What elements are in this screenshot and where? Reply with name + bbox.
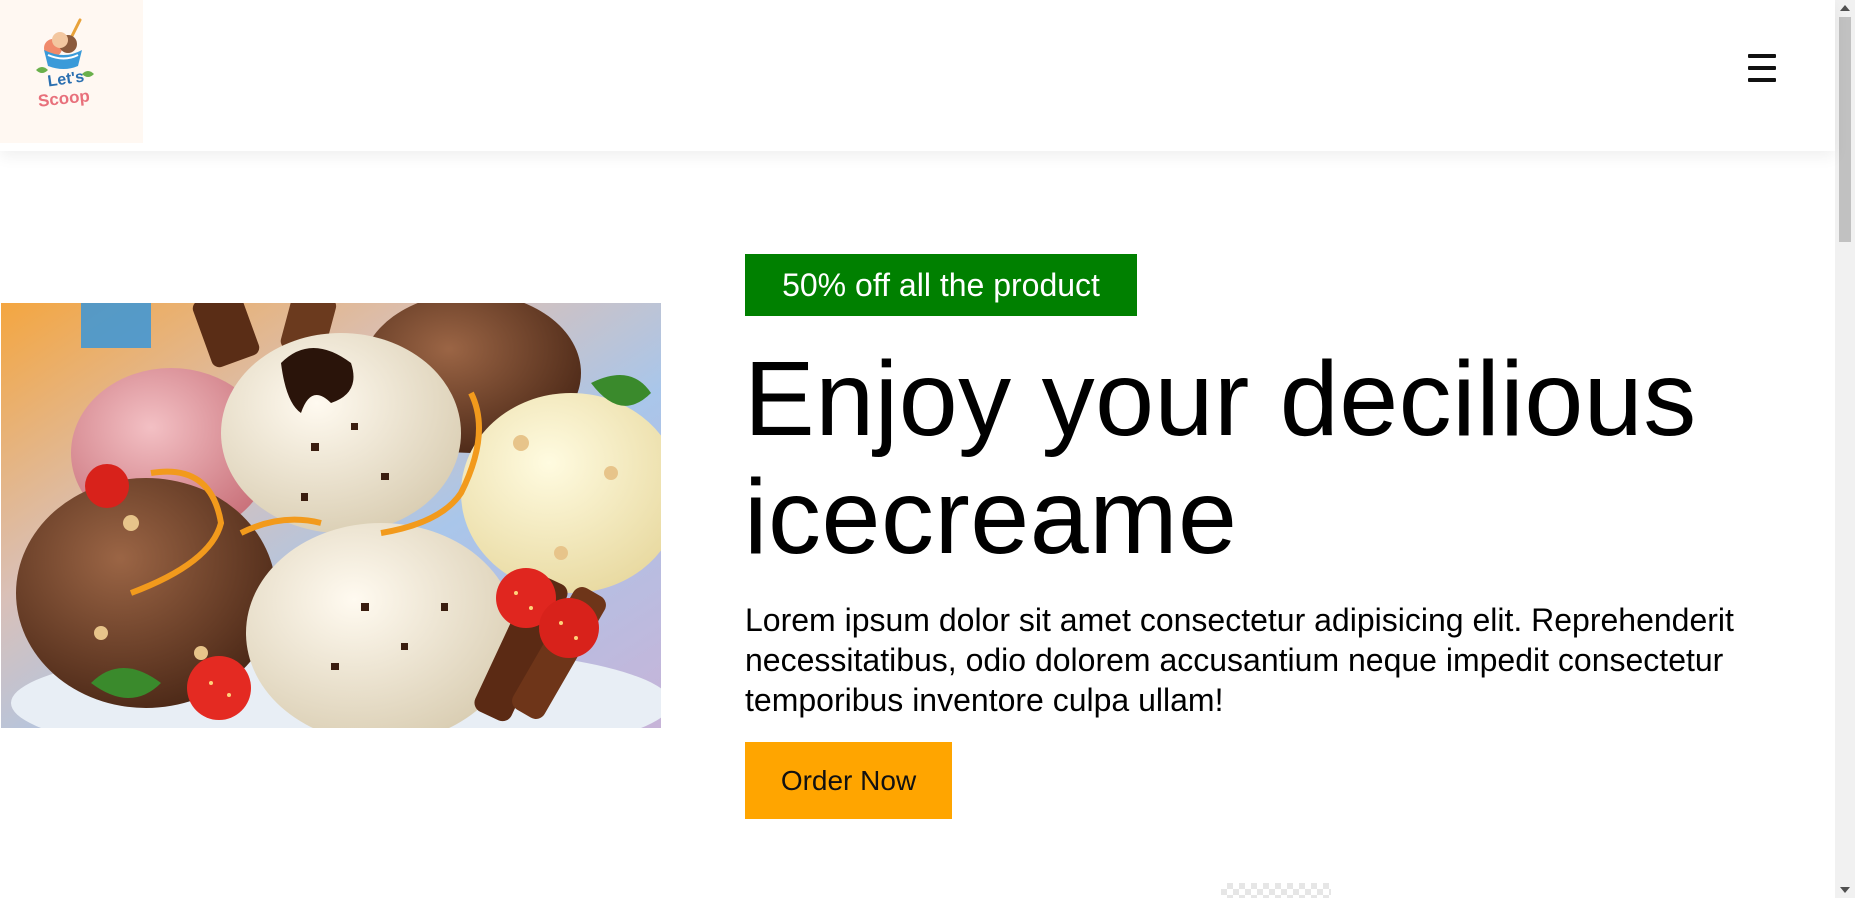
scroll-down-arrow-icon[interactable]: [1840, 887, 1850, 893]
logo-text-scoop: Scoop: [37, 86, 91, 110]
loading-placeholder: [1221, 883, 1331, 898]
ice-cream-scoops-image: [1, 303, 661, 728]
logo[interactable]: Let's Scoop: [0, 0, 143, 143]
lets-scoop-logo-icon: Let's Scoop: [36, 18, 94, 111]
page: Let's Scoop 50% off all the product Enjo…: [0, 0, 1855, 898]
scroll-up-arrow-icon[interactable]: [1840, 5, 1850, 11]
promo-badge: 50% off all the product: [745, 254, 1137, 316]
ice-cream-image-icon: [1, 303, 661, 728]
hamburger-menu-icon[interactable]: [1746, 51, 1780, 87]
site-header: Let's Scoop: [0, 0, 1835, 151]
vertical-scrollbar[interactable]: [1835, 0, 1855, 898]
hero-title: Enjoy your decilious icecreame: [744, 340, 1697, 576]
scrollbar-thumb[interactable]: [1839, 17, 1851, 242]
order-now-button[interactable]: Order Now: [745, 742, 952, 819]
hero-description: Lorem ipsum dolor sit amet consectetur a…: [745, 602, 1734, 718]
